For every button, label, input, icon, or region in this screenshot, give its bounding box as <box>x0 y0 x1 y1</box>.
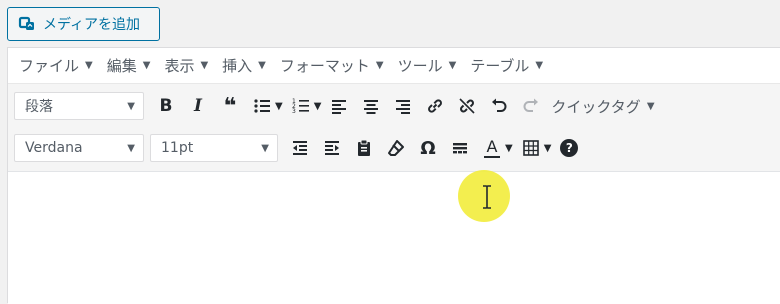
help-button[interactable]: ? <box>553 133 585 163</box>
bold-icon: B <box>159 96 173 116</box>
format-select[interactable]: 段落 ▼ <box>14 92 144 120</box>
menu-edit-label: 編集 <box>106 57 137 75</box>
outdent-button[interactable] <box>284 133 316 163</box>
omega-icon: Ω <box>420 137 436 159</box>
blockquote-icon: ❝ <box>223 93 237 119</box>
add-media-button[interactable]: メディアを追加 <box>7 7 160 41</box>
menu-insert-label: 挿入 <box>222 57 253 75</box>
chevron-down-icon[interactable]: ▼ <box>314 101 322 112</box>
redo-icon <box>523 98 539 112</box>
caret-down-icon: ▼ <box>85 60 93 71</box>
clipboard-icon <box>358 139 370 156</box>
menu-table-label: テーブル <box>470 57 530 75</box>
numbered-list-split[interactable]: 123 ▼ <box>285 91 324 121</box>
text-color-button[interactable]: A <box>476 133 508 163</box>
menu-file[interactable]: ファイル ▼ <box>19 55 93 76</box>
menu-format[interactable]: フォーマット ▼ <box>280 55 384 76</box>
tinymce-editor: ファイル ▼ 編集 ▼ 表示 ▼ 挿入 ▼ フォーマット ▼ ツール ▼ テーブル ▼ 段落 … <box>7 47 780 304</box>
menu-tools-label: ツール <box>397 57 443 75</box>
bold-button[interactable]: B <box>150 91 182 121</box>
unlink-button[interactable] <box>451 91 483 121</box>
chevron-down-icon: ▼ <box>127 100 135 112</box>
help-glyph: ? <box>565 141 573 155</box>
paste-text-button[interactable] <box>348 133 380 163</box>
redo-button[interactable] <box>515 91 547 121</box>
bullet-list-icon <box>254 99 270 113</box>
align-right-icon <box>396 100 411 114</box>
format-select-value: 段落 <box>25 99 53 115</box>
menu-edit[interactable]: 編集 ▼ <box>107 55 151 76</box>
menu-table[interactable]: テーブル ▼ <box>470 55 543 76</box>
italic-button[interactable]: I <box>182 91 214 121</box>
menu-view-label: 表示 <box>164 57 195 75</box>
chevron-down-icon[interactable]: ▼ <box>275 101 283 112</box>
table-button[interactable] <box>515 133 547 163</box>
table-split[interactable]: ▼ <box>515 133 554 163</box>
caret-down-icon: ▼ <box>142 60 151 71</box>
add-media-icon <box>17 14 37 34</box>
caret-down-icon: ▼ <box>535 60 544 71</box>
outdent-icon <box>293 141 307 155</box>
media-buttons-bar: メディアを追加 <box>0 0 780 46</box>
chevron-down-icon: ▼ <box>646 100 655 112</box>
font-size-value: 11pt <box>161 140 194 156</box>
horizontal-line-icon <box>453 143 467 154</box>
text-color-swatch <box>484 155 500 158</box>
numbered-list-button[interactable]: 123 <box>285 91 317 121</box>
menu-format-label: フォーマット <box>279 57 370 75</box>
font-family-select[interactable]: Verdana ▼ <box>14 134 144 162</box>
bullet-list-split[interactable]: ▼ <box>246 91 285 121</box>
numbered-list-icon: 123 <box>292 98 309 115</box>
editor-toolbar: 段落 ▼ B I ❝ ▼ 123 ▼ クイックタグ ▼ Verdana ▼ 11… <box>8 84 780 172</box>
toolbar-row-1: 段落 ▼ B I ❝ ▼ 123 ▼ クイックタグ ▼ <box>8 86 780 126</box>
undo-icon <box>492 98 507 112</box>
unlink-icon <box>459 98 475 114</box>
text-color-icon: A <box>486 136 498 156</box>
menu-insert[interactable]: 挿入 ▼ <box>222 55 266 76</box>
align-left-icon <box>332 100 347 114</box>
indent-button[interactable] <box>316 133 348 163</box>
help-icon: ? <box>560 139 579 157</box>
indent-icon <box>325 141 339 155</box>
font-size-select[interactable]: 11pt ▼ <box>150 134 278 162</box>
bullet-list-button[interactable] <box>246 91 278 121</box>
clear-formatting-button[interactable] <box>380 133 412 163</box>
align-center-icon <box>364 100 379 114</box>
align-right-button[interactable] <box>387 91 419 121</box>
font-family-value: Verdana <box>25 140 83 156</box>
chevron-down-icon[interactable]: ▼ <box>544 143 552 154</box>
align-center-button[interactable] <box>355 91 387 121</box>
toolbar-row-2: Verdana ▼ 11pt ▼ Ω A ▼ ▼ ? <box>8 128 780 168</box>
svg-text:3: 3 <box>292 108 296 115</box>
chevron-down-icon: ▼ <box>127 142 135 154</box>
special-character-button[interactable]: Ω <box>412 133 444 163</box>
chevron-down-icon: ▼ <box>261 142 269 154</box>
italic-icon: I <box>194 96 202 116</box>
menu-file-label: ファイル <box>19 57 80 75</box>
menu-tools[interactable]: ツール ▼ <box>398 55 457 76</box>
eraser-icon <box>388 140 404 156</box>
undo-button[interactable] <box>483 91 515 121</box>
caret-down-icon: ▼ <box>448 60 457 71</box>
text-color-split[interactable]: A ▼ <box>476 133 515 163</box>
align-left-button[interactable] <box>323 91 355 121</box>
caret-down-icon: ▼ <box>375 60 384 71</box>
quicktag-label: クイックタグ <box>551 97 641 116</box>
editor-content-area[interactable] <box>8 172 780 304</box>
menu-view[interactable]: 表示 ▼ <box>164 55 208 76</box>
editor-menubar: ファイル ▼ 編集 ▼ 表示 ▼ 挿入 ▼ フォーマット ▼ ツール ▼ テーブル ▼ <box>8 48 780 84</box>
link-icon <box>428 99 443 113</box>
blockquote-button[interactable]: ❝ <box>214 91 246 121</box>
insert-link-button[interactable] <box>419 91 451 121</box>
add-media-label: メディアを追加 <box>43 16 141 32</box>
quicktag-dropdown[interactable]: クイックタグ ▼ <box>551 96 654 117</box>
horizontal-line-button[interactable] <box>444 133 476 163</box>
text-cursor-icon <box>483 185 491 209</box>
table-icon <box>522 140 539 156</box>
caret-down-icon: ▼ <box>258 60 266 71</box>
caret-down-icon: ▼ <box>200 60 209 71</box>
chevron-down-icon[interactable]: ▼ <box>505 143 513 154</box>
